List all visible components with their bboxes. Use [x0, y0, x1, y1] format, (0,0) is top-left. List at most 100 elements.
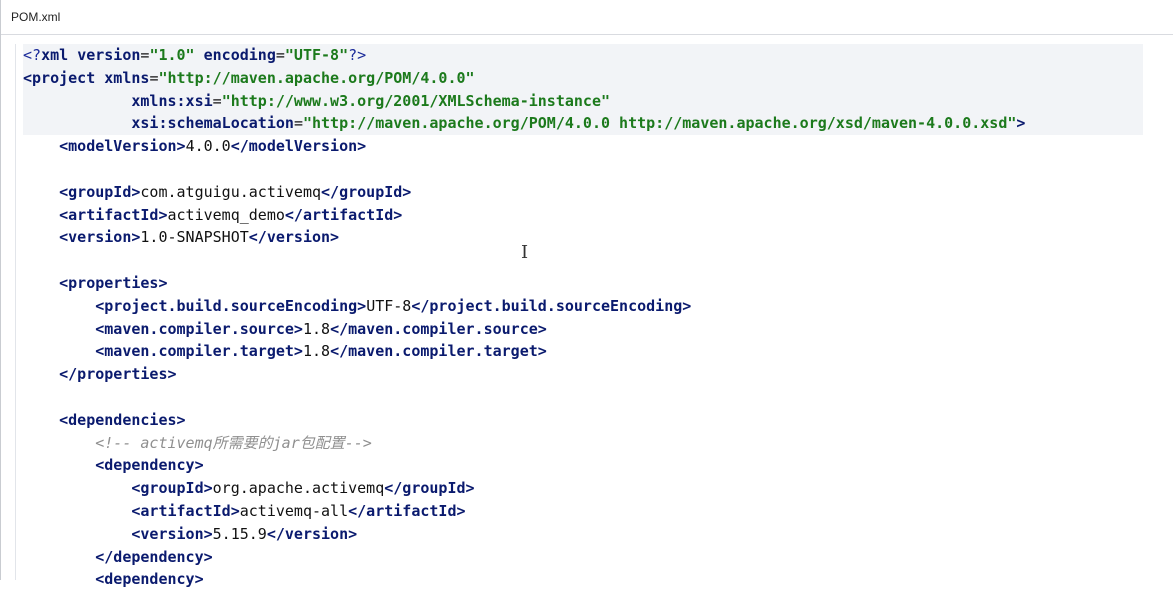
code-token-tag: </dependency> — [95, 547, 213, 566]
code-line[interactable]: <properties> — [23, 272, 1173, 295]
file-tab-bar: POM.xml — [1, 0, 1173, 35]
code-line[interactable]: <?xml version="1.0" encoding="UTF-8"?> — [23, 44, 1143, 67]
code-token-attr: encoding — [203, 46, 276, 64]
code-token-attr: xmlns — [104, 68, 150, 87]
code-token-tag: <properties> — [59, 273, 168, 292]
code-token-tag: <artifactId> — [131, 501, 240, 520]
code-token-tag: > — [1016, 114, 1026, 133]
code-line[interactable]: <!-- activemq所需要的jar包配置--> — [23, 432, 1173, 455]
code-token-tag: <maven.compiler.source> — [95, 319, 303, 338]
code-line[interactable]: <dependency> — [23, 454, 1173, 477]
code-line[interactable]: </dependency> — [23, 546, 1173, 569]
code-token-tag: </properties> — [59, 365, 177, 384]
code-token-text: 5.15.9 — [212, 524, 267, 543]
code-token-tag: <artifactId> — [59, 205, 168, 224]
code-line[interactable]: <version>1.0-SNAPSHOT</version> — [23, 226, 1173, 249]
code-token-tag: <groupId> — [131, 479, 213, 498]
code-token-tag: </maven.compiler.target> — [330, 342, 547, 361]
code-token-attr: version — [77, 46, 141, 64]
code-token-val: "UTF-8" — [284, 46, 349, 64]
code-token-text: = — [212, 91, 222, 110]
code-token-tag: </version> — [248, 228, 340, 247]
code-token-text: = — [275, 46, 285, 64]
code-token-val: "1.0" — [149, 46, 195, 64]
code-editor[interactable]: <?xml version="1.0" encoding="UTF-8"?> <p… — [1, 44, 1173, 588]
code-token-attr: xsi:schemaLocation — [131, 114, 294, 133]
code-line[interactable]: xmlns:xsi="http://www.w3.org/2001/XMLSch… — [23, 89, 1143, 113]
code-token-tag: </artifactId> — [348, 501, 466, 520]
code-line[interactable]: <artifactId>activemq-all</artifactId> — [23, 500, 1173, 523]
code-token-tag: <dependency> — [95, 456, 204, 475]
code-token-text: 1.0-SNAPSHOT — [140, 228, 249, 247]
code-token-text: 1.8 — [302, 319, 331, 338]
code-line[interactable]: <version>5.15.9</version> — [23, 523, 1173, 546]
code-token-val: "http://maven.apache.org/POM/4.0.0" — [158, 68, 475, 87]
code-token-tag: </groupId> — [321, 182, 412, 201]
code-token-tag: <project.build.sourceEncoding> — [95, 296, 367, 315]
code-line[interactable]: <maven.compiler.source>1.8</maven.compil… — [23, 318, 1173, 341]
code-token-text: activemq_demo — [167, 205, 285, 224]
code-line[interactable]: <project xmlns="http://maven.apache.org/… — [23, 66, 1143, 90]
code-line[interactable]: <maven.compiler.target>1.8</maven.compil… — [23, 340, 1173, 363]
code-token-tag: <project — [23, 68, 96, 87]
code-token-tag: <version> — [131, 524, 213, 543]
code-token-tag: <dependency> — [95, 570, 204, 589]
code-token-tag: <dependencies> — [59, 410, 186, 429]
code-token-text: 1.8 — [302, 342, 331, 361]
code-token-val: "http://maven.apache.org/POM/4.0.0 http:… — [302, 114, 1017, 133]
code-line[interactable]: <modelVersion>4.0.0</modelVersion> — [23, 135, 1173, 158]
code-token-tag: </maven.compiler.source> — [330, 319, 547, 338]
code-token-tag: <groupId> — [59, 182, 141, 201]
code-token-text: 4.0.0 — [185, 137, 231, 156]
editor-window: POM.xml <?xml version="1.0" encoding="UT… — [0, 0, 1173, 588]
code-line[interactable]: <groupId>com.atguigu.activemq</groupId> — [23, 181, 1173, 204]
code-line[interactable]: xsi:schemaLocation="http://maven.apache.… — [23, 112, 1143, 136]
code-line[interactable]: <dependencies> — [23, 409, 1173, 432]
code-token-text: = — [293, 114, 303, 133]
code-line[interactable]: <project.build.sourceEncoding>UTF-8</pro… — [23, 295, 1173, 318]
code-line[interactable]: <artifactId>activemq_demo</artifactId> — [23, 204, 1173, 227]
code-token-tag: </groupId> — [384, 479, 475, 498]
code-token-tag: </project.build.sourceEncoding> — [411, 296, 692, 315]
code-token-text: org.apache.activemq — [212, 479, 385, 498]
code-token-tag: </version> — [266, 524, 358, 543]
code-line[interactable]: </properties> — [23, 363, 1173, 386]
code-token-comment: <!-- activemq所需要的jar包配置--> — [95, 433, 372, 452]
code-token-text: UTF-8 — [366, 296, 412, 315]
code-token-attr: xmlns:xsi — [131, 91, 213, 110]
code-token-pi: ?> — [348, 46, 367, 64]
code-token-tag: </artifactId> — [284, 205, 403, 224]
code-line[interactable] — [23, 249, 1173, 272]
code-line[interactable] — [23, 158, 1173, 181]
code-token-text: activemq-all — [239, 501, 349, 520]
code-area[interactable]: <?xml version="1.0" encoding="UTF-8"?> <p… — [23, 44, 1173, 591]
code-line[interactable]: <groupId>org.apache.activemq</groupId> — [23, 477, 1173, 500]
code-token-val: "http://www.w3.org/2001/XMLSchema-instan… — [221, 91, 611, 110]
file-title[interactable]: POM.xml — [11, 10, 60, 24]
code-token-tag: <version> — [59, 228, 141, 247]
code-token-text: com.atguigu.activemq — [140, 182, 322, 201]
code-token-tag: </modelVersion> — [230, 137, 367, 156]
code-token-tag: xml — [41, 46, 69, 64]
code-line[interactable] — [23, 386, 1173, 409]
